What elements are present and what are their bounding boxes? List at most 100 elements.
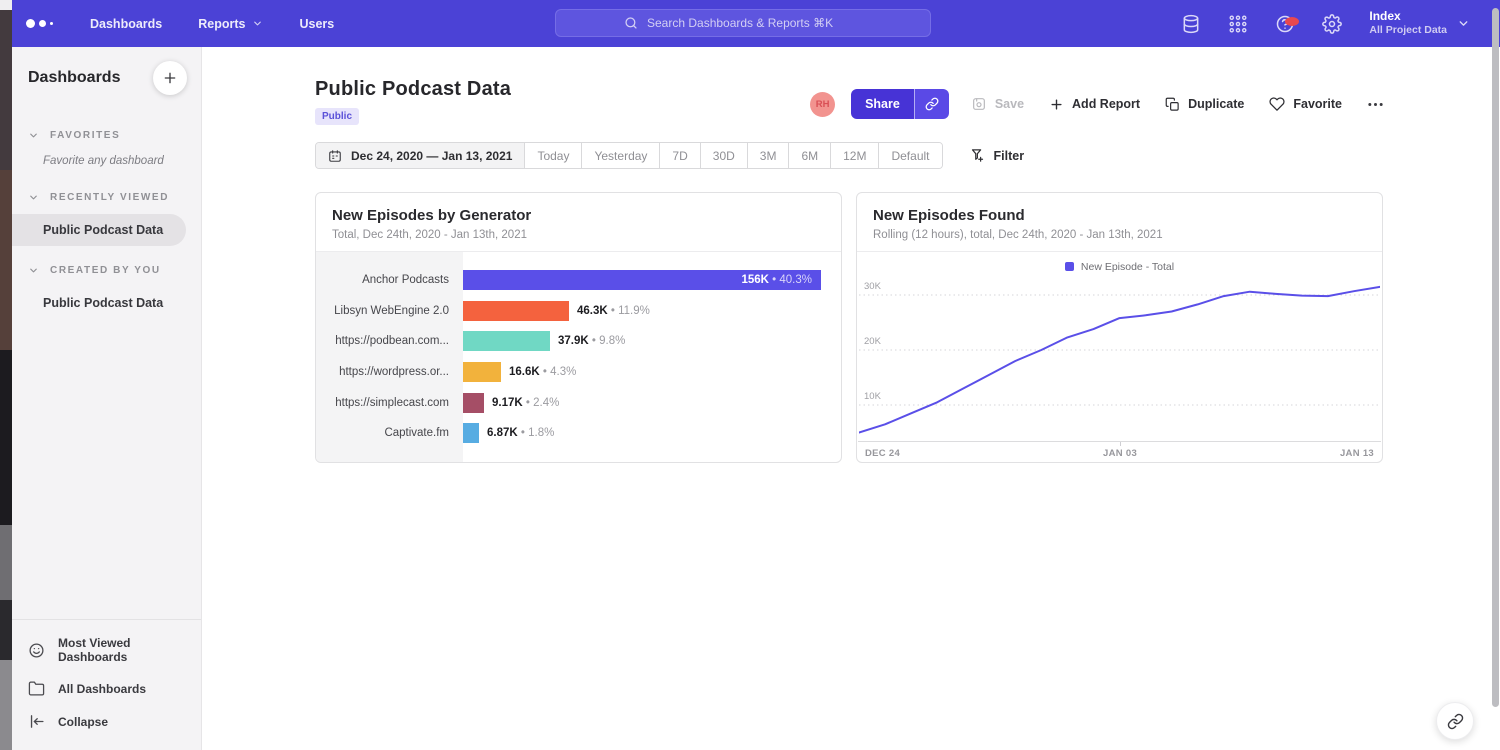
bar-labels-col: Anchor PodcastsLibsyn WebEngine 2.0https…	[316, 252, 463, 462]
smiley-icon	[28, 642, 45, 659]
y-axis-label: 20K	[864, 336, 881, 347]
bar-segment[interactable]	[463, 393, 484, 413]
bar-row-https-simplecast-com[interactable]: 9.17K • 2.4%	[463, 387, 841, 418]
link-icon	[925, 97, 939, 111]
settings-gear-icon[interactable]	[1322, 14, 1342, 34]
line-chart-svg	[859, 278, 1380, 442]
sidebar-section-recently-viewed[interactable]: RECENTLY VIEWED	[12, 183, 201, 212]
sidebar-footer-all-dashboards[interactable]: All Dashboards	[12, 672, 201, 705]
save-button[interactable]: Save	[971, 96, 1024, 112]
nav-item-users[interactable]: Users	[299, 17, 334, 31]
bar-segment[interactable]: 156K • 40.3%	[463, 270, 821, 290]
x-axis-tick	[1120, 442, 1121, 446]
chevron-down-icon	[28, 130, 39, 141]
card-title: New Episodes by Generator	[332, 207, 825, 224]
nav-item-reports[interactable]: Reports	[198, 17, 263, 31]
bar-segment[interactable]	[463, 331, 550, 351]
nav-item-dashboards[interactable]: Dashboards	[90, 17, 162, 31]
quick-range-default[interactable]: Default	[879, 143, 941, 168]
x-axis-label: JAN 13	[1340, 448, 1374, 459]
data-management-icon[interactable]	[1181, 14, 1201, 34]
line-series-new-episode-total	[859, 287, 1380, 433]
card-subtitle: Rolling (12 hours), total, Dec 24th, 202…	[873, 229, 1366, 241]
bar-row-https-wordpress-or[interactable]: 16.6K • 4.3%	[463, 357, 841, 388]
apps-grid-icon[interactable]	[1228, 14, 1248, 34]
bar-segment[interactable]	[463, 362, 501, 382]
legend-swatch	[1065, 262, 1074, 271]
vertical-scrollbar[interactable]	[1492, 8, 1499, 707]
favorite-button[interactable]: Favorite	[1269, 96, 1342, 112]
help-icon[interactable]	[1275, 14, 1295, 34]
plus-icon	[162, 70, 178, 86]
bar-value-label: 46.3K • 11.9%	[577, 305, 650, 317]
card-new-episodes-found[interactable]: New Episodes Found Rolling (12 hours), t…	[856, 192, 1383, 463]
quick-range-yesterday[interactable]: Yesterday	[582, 143, 660, 168]
plus-icon	[1049, 97, 1064, 112]
global-search[interactable]	[555, 9, 931, 37]
filter-button[interactable]: Filter	[970, 148, 1025, 163]
bar-rows-col: 156K • 40.3% 46.3K • 11.9% 37.9K • 9.8% 16.…	[463, 252, 841, 462]
quick-range-7d[interactable]: 7D	[660, 143, 700, 168]
search-icon	[624, 16, 638, 30]
bar-value-label: 37.9K • 9.8%	[558, 335, 625, 347]
ellipsis-icon	[1367, 96, 1384, 113]
header-actions: RH Share Save Add Report Duplicate	[810, 89, 1384, 119]
funnel-plus-icon	[970, 148, 985, 163]
main-content: Public Podcast Data Public RH Share Save…	[202, 47, 1500, 750]
mixpanel-logo-icon[interactable]	[26, 19, 60, 28]
x-axis-label: DEC 24	[865, 448, 900, 459]
quick-range-12m[interactable]: 12M	[831, 143, 879, 168]
sidebar-footer-collapse[interactable]: Collapse	[12, 705, 201, 738]
bar-segment[interactable]	[463, 301, 569, 321]
date-range-picker[interactable]: Dec 24, 2020 — Jan 13, 2021	[316, 143, 525, 168]
more-actions-button[interactable]	[1367, 96, 1384, 113]
background-window-strip	[0, 0, 12, 750]
sidebar-section-favorites[interactable]: FAVORITES	[12, 121, 201, 150]
bar-row-captivate-fm[interactable]: 6.87K • 1.8%	[463, 418, 841, 449]
save-icon	[971, 96, 987, 112]
share-link-button[interactable]	[914, 89, 949, 119]
quick-range-3m[interactable]: 3M	[748, 143, 790, 168]
bar-chart: Anchor PodcastsLibsyn WebEngine 2.0https…	[316, 252, 841, 462]
collapse-left-icon	[28, 713, 45, 730]
quick-range-6m[interactable]: 6M	[789, 143, 831, 168]
line-chart-plot[interactable]: 10K20K30K	[859, 278, 1380, 441]
bar-row-libsyn-webengine-2-0[interactable]: 46.3K • 11.9%	[463, 296, 841, 327]
copy-link-floating-button[interactable]	[1436, 702, 1474, 740]
share-button[interactable]: Share	[851, 89, 914, 119]
chart-legend: New Episode - Total	[857, 252, 1382, 276]
add-dashboard-button[interactable]	[153, 61, 187, 95]
bar-category-label: https://wordpress.or...	[339, 357, 449, 388]
avatar[interactable]: RH	[810, 92, 835, 117]
project-switcher[interactable]: Index All Project Data	[1369, 9, 1470, 37]
bar-row-anchor-podcasts[interactable]: 156K • 40.3%	[463, 265, 841, 296]
heart-icon	[1269, 96, 1285, 112]
bar-category-label: https://podbean.com...	[335, 326, 449, 357]
sidebar-footer: Most Viewed DashboardsAll DashboardsColl…	[12, 619, 201, 750]
bar-category-label: Libsyn WebEngine 2.0	[334, 296, 449, 327]
bar-segment[interactable]	[463, 423, 479, 443]
public-badge: Public	[315, 108, 359, 125]
sidebar: Dashboards FAVORITESFavorite any dashboa…	[12, 47, 202, 750]
folder-icon	[28, 680, 45, 697]
quick-range-today[interactable]: Today	[525, 143, 582, 168]
sidebar-item-public-podcast-data[interactable]: Public Podcast Data	[12, 214, 186, 246]
bar-value-label: 16.6K • 4.3%	[509, 366, 576, 378]
sidebar-item-public-podcast-data[interactable]: Public Podcast Data	[12, 287, 201, 319]
bar-value-label: 9.17K • 2.4%	[492, 397, 559, 409]
primary-nav: Dashboards Reports Users	[90, 17, 334, 31]
sidebar-section-created-by-you[interactable]: CREATED BY YOU	[12, 256, 201, 285]
sidebar-sections: FAVORITESFavorite any dashboardRECENTLY …	[12, 121, 201, 319]
top-navigation-bar: Dashboards Reports Users Index All Proje…	[12, 0, 1500, 47]
quick-range-30d[interactable]: 30D	[701, 143, 748, 168]
search-input[interactable]	[647, 16, 862, 30]
bar-row-https-podbean-com[interactable]: 37.9K • 9.8%	[463, 326, 841, 357]
card-new-episodes-by-generator[interactable]: New Episodes by Generator Total, Dec 24t…	[315, 192, 842, 463]
bar-category-label: Anchor Podcasts	[362, 265, 449, 296]
add-report-button[interactable]: Add Report	[1049, 97, 1140, 112]
bar-value-label: 6.87K • 1.8%	[487, 427, 554, 439]
duplicate-button[interactable]: Duplicate	[1165, 97, 1244, 112]
sidebar-footer-most-viewed-dashboards[interactable]: Most Viewed Dashboards	[12, 628, 201, 672]
sidebar-title: Dashboards	[28, 69, 120, 87]
project-name: Index	[1369, 9, 1447, 24]
